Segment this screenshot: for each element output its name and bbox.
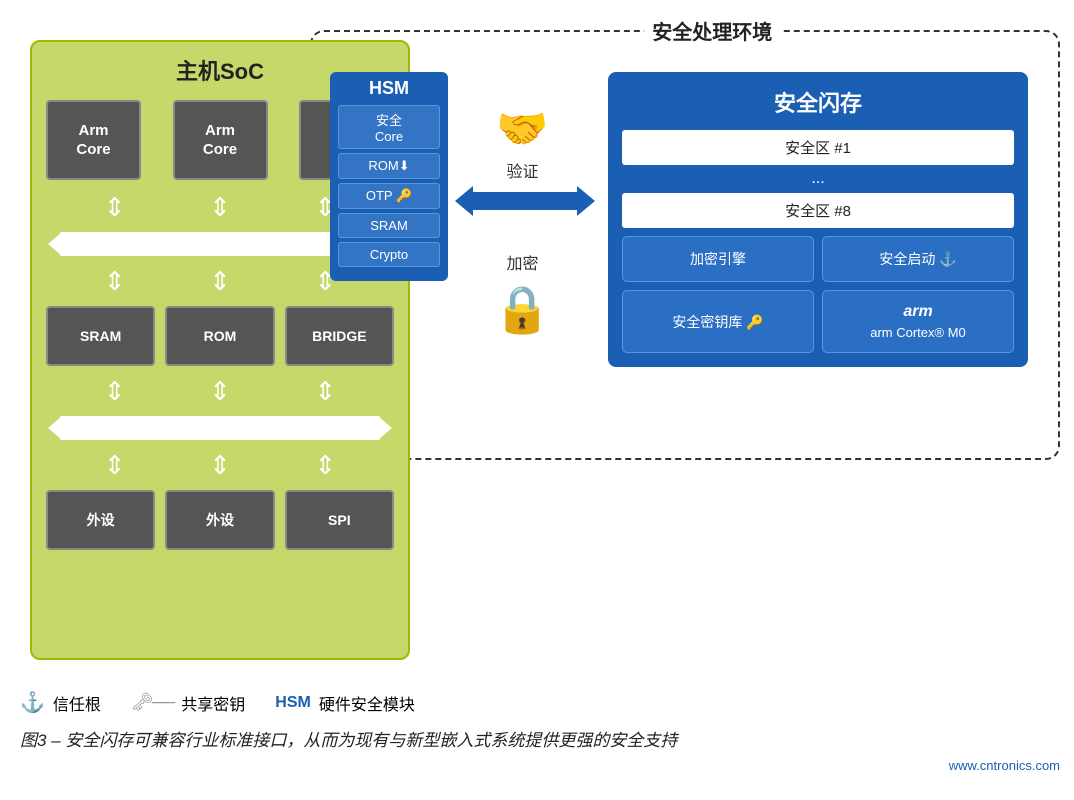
arrow-v-10: ⇕: [104, 452, 126, 478]
secure-flash-box: 安全闪存 安全区 #1 ... 安全区 #8 加密引擎 安全启动 ⚓ 安全密钥库…: [608, 72, 1028, 367]
arrow-v-12: ⇕: [314, 452, 336, 478]
anchor-label: 信任根: [53, 691, 101, 715]
arm-cortex-label: arm Cortex® M0: [870, 325, 966, 340]
arrow-v-5: ⇕: [209, 268, 231, 294]
verify-label: 验证: [455, 158, 590, 182]
arm-cortex-m0: arm arm Cortex® M0: [822, 290, 1014, 353]
handshake-icon: 🤝: [455, 105, 590, 154]
secure-keystore-label: 安全密钥库 🔑: [672, 312, 763, 332]
secure-env-label: 安全处理环境: [644, 16, 780, 45]
legend-key-item: 🗝── 共享密钥: [131, 691, 245, 715]
arrows-section-4: ⇕ ⇕ ⇕: [46, 448, 394, 482]
diagram-area: 安全处理环境 主机SoC ArmCore ArmCore ArmCore ⇕ ⇕…: [20, 20, 1060, 680]
hsm-box: HSM 安全Core ROM⬇ OTP 🔑 SRAM Crypto: [330, 72, 448, 281]
verify-section: 🤝 验证: [455, 105, 590, 216]
hsm-item-4: Crypto: [338, 242, 440, 267]
legend: ⚓ 信任根 🗝── 共享密钥 HSM 硬件安全模块: [20, 690, 1060, 715]
hsm-item-0: 安全Core: [338, 105, 440, 149]
arrows-section-3: ⇕ ⇕ ⇕: [46, 374, 394, 408]
hsm-item-3: SRAM: [338, 213, 440, 238]
website: www.cntronics.com: [20, 758, 1060, 773]
arrow-v-11: ⇕: [209, 452, 231, 478]
horiz-bus-2: [60, 416, 380, 440]
arm-core-1: ArmCore: [46, 100, 141, 180]
secure-boot: 安全启动 ⚓: [822, 236, 1014, 282]
legend-hsm-item: HSM 硬件安全模块: [275, 691, 415, 715]
spi-block: SPI: [285, 490, 394, 550]
secure-zone-8: 安全区 #8: [622, 193, 1014, 228]
secure-flash-title: 安全闪存: [622, 86, 1014, 118]
hsm-title: HSM: [338, 78, 440, 99]
arrow-right-head: [577, 186, 595, 216]
arrow-left-head: [455, 186, 473, 216]
arrow-v-7: ⇕: [104, 378, 126, 404]
arm-brand: arm: [903, 303, 932, 321]
secure-keystore: 安全密钥库 🔑: [622, 290, 814, 353]
legend-anchor-item: ⚓ 信任根: [20, 690, 101, 715]
periph-1: 外设: [46, 490, 155, 550]
periph-row: 外设 外设 SPI: [46, 490, 394, 550]
hsm-item-1: ROM⬇: [338, 153, 440, 179]
caption: 图3 – 安全闪存可兼容行业标准接口，从而为现有与新型嵌入式系统提供更强的安全支…: [20, 727, 1060, 754]
arrow-v-4: ⇕: [104, 268, 126, 294]
bridge-block: BRIDGE: [285, 306, 394, 366]
verify-arrow: [455, 186, 595, 216]
key-icon: 🗝──: [131, 692, 173, 713]
arrow-body: [473, 192, 577, 210]
periph-2: 外设: [165, 490, 274, 550]
hsm-item-2: OTP 🔑: [338, 183, 440, 209]
encrypt-section: 加密 🔒: [455, 250, 590, 337]
crypto-engine-label: 加密引擎: [690, 249, 746, 269]
hsm-legend-desc: 硬件安全模块: [319, 691, 415, 715]
secure-flash-bottom: 加密引擎 安全启动 ⚓ 安全密钥库 🔑 arm arm Cortex® M0: [622, 236, 1014, 353]
arm-core-2: ArmCore: [173, 100, 268, 180]
hsm-legend-label: HSM: [275, 694, 311, 712]
arrow-v-8: ⇕: [209, 378, 231, 404]
arrow-v-2: ⇕: [209, 194, 231, 220]
secure-zone-1: 安全区 #1: [622, 130, 1014, 165]
secure-boot-label: 安全启动 ⚓: [879, 249, 956, 269]
lock-icon: 🔒: [494, 282, 551, 337]
secure-zone-dots: ...: [622, 170, 1014, 188]
encrypt-label: 加密: [506, 250, 538, 274]
rom-block: ROM: [165, 306, 274, 366]
sram-block: SRAM: [46, 306, 155, 366]
key-label: 共享密钥: [181, 691, 245, 715]
main-container: 安全处理环境 主机SoC ArmCore ArmCore ArmCore ⇕ ⇕…: [20, 20, 1060, 773]
arrow-v-9: ⇕: [314, 378, 336, 404]
mem-row: SRAM ROM BRIDGE: [46, 306, 394, 366]
arrow-v-1: ⇕: [104, 194, 126, 220]
crypto-engine: 加密引擎: [622, 236, 814, 282]
anchor-icon: ⚓: [20, 690, 45, 715]
